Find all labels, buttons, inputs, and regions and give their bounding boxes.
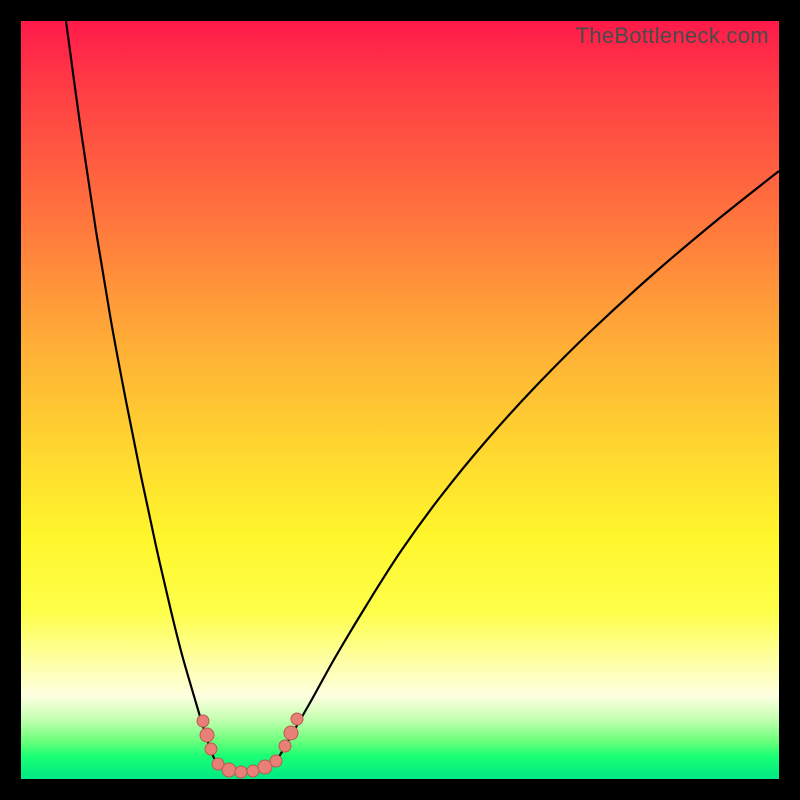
data-markers [197,713,303,778]
curve-svg [21,21,779,779]
data-point-marker [222,763,236,777]
watermark-text: TheBottleneck.com [576,23,769,49]
data-point-marker [279,740,291,752]
data-point-marker [200,728,214,742]
data-point-marker [270,755,282,767]
data-point-marker [197,715,209,727]
chart-plot-area: TheBottleneck.com [21,21,779,779]
data-point-marker [235,766,247,778]
data-point-marker [205,743,217,755]
data-point-marker [291,713,303,725]
data-point-marker [247,765,259,777]
data-point-marker [284,726,298,740]
bottleneck-curve [66,21,779,772]
